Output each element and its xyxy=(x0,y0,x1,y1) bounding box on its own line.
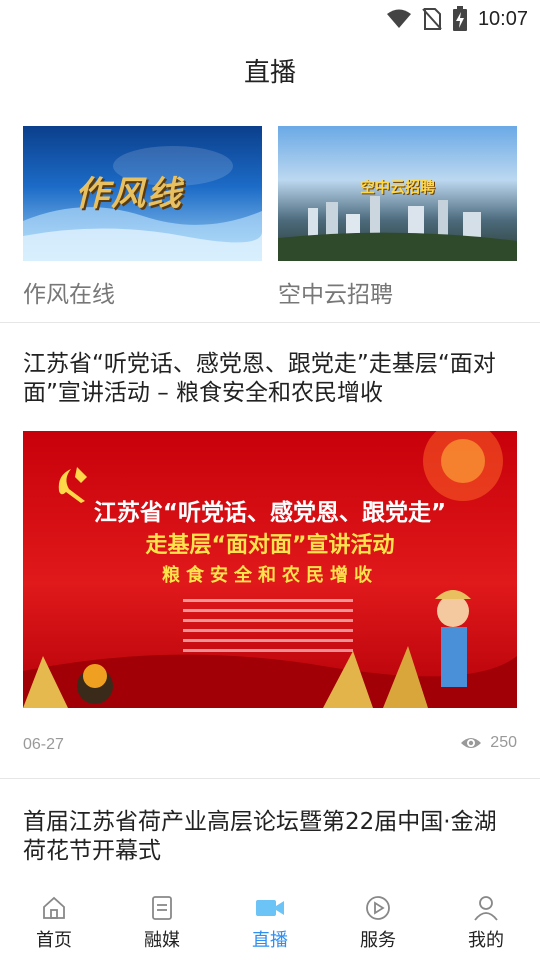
view-count-value: 250 xyxy=(490,734,517,751)
live-card-label: 作风在线 xyxy=(23,282,115,308)
video-camera-icon xyxy=(256,900,284,916)
status-icons: 10:07 xyxy=(386,6,528,32)
poster-subtitle: 粮食安全和农民增收 xyxy=(162,565,378,586)
bottom-tab-bar: 首页 融媒 直播 服务 我的 xyxy=(0,888,540,960)
tab-label: 融媒 xyxy=(144,930,180,951)
poster-headline-2: 走基层“面对面”宣讲活动 xyxy=(145,533,395,558)
section-divider xyxy=(0,778,540,779)
tab-service[interactable]: 服务 xyxy=(324,888,432,960)
live-channel-list: 作风线 作风在线 空中云招聘 空中云招聘 xyxy=(23,126,517,309)
page-header: 直播 xyxy=(0,40,540,100)
no-sim-icon xyxy=(422,8,442,30)
tab-label: 服务 xyxy=(360,930,396,951)
status-bar: 10:07 xyxy=(0,0,540,36)
live-card-zuofeng[interactable]: 作风线 作风在线 xyxy=(23,126,262,309)
tab-label: 直播 xyxy=(252,930,288,951)
article-title[interactable]: 江苏省“听党话、感党恩、跟党走”走基层“面对面”宣讲活动 – 粮食安全和农民增收 xyxy=(23,350,517,408)
tab-mine[interactable]: 我的 xyxy=(432,888,540,960)
document-icon xyxy=(152,896,172,920)
live-card-label: 空中云招聘 xyxy=(278,282,393,308)
status-time: 10:07 xyxy=(477,7,528,30)
home-icon xyxy=(43,896,65,919)
poster-organizer-lines xyxy=(183,599,353,652)
tab-label: 首页 xyxy=(36,930,72,951)
live-card-cloud-recruit[interactable]: 空中云招聘 空中云招聘 xyxy=(278,126,517,309)
article-date: 06-27 xyxy=(23,736,64,753)
user-icon xyxy=(474,896,498,921)
play-circle-icon xyxy=(366,896,390,920)
live-card-thumbnail: 空中云招聘 xyxy=(278,126,517,261)
tab-media[interactable]: 融媒 xyxy=(108,888,216,960)
article-title[interactable]: 首届江苏省荷产业高层论坛暨第22届中国·金湖荷花节开幕式 xyxy=(23,808,517,866)
battery-charging-icon xyxy=(452,6,467,31)
live-card-thumbnail: 作风线 xyxy=(23,126,262,261)
tab-home[interactable]: 首页 xyxy=(0,888,108,960)
article-view-count: 250 xyxy=(460,734,517,752)
tab-label: 我的 xyxy=(468,930,504,951)
article-cover-image[interactable]: 江苏省“听党话、感党恩、跟党走” 走基层“面对面”宣讲活动 粮食安全和农民增收 xyxy=(23,431,517,708)
section-divider xyxy=(0,322,540,323)
thumbnail-title: 空中云招聘 xyxy=(359,178,435,196)
tab-live[interactable]: 直播 xyxy=(216,888,324,960)
page-title: 直播 xyxy=(243,57,296,88)
poster-headline-1: 江苏省“听党话、感党恩、跟党走” xyxy=(93,500,447,526)
eye-icon xyxy=(461,738,482,748)
wifi-icon xyxy=(386,9,411,28)
thumbnail-title: 作风线 xyxy=(75,174,183,214)
